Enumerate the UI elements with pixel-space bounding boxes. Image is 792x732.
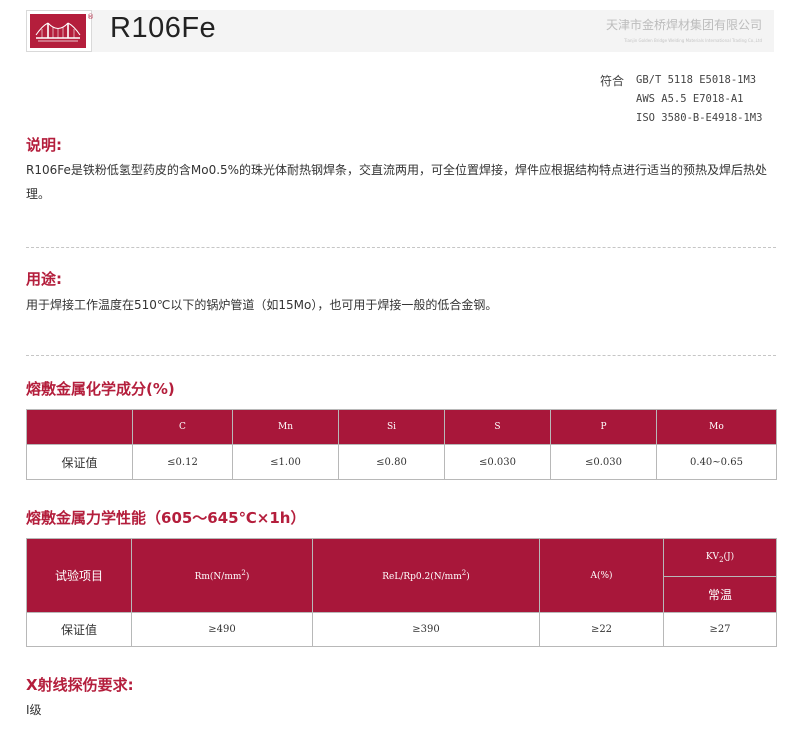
usage-title: 用途: — [26, 270, 62, 288]
section-divider — [26, 247, 776, 248]
chem-value-c: ≤0.12 — [132, 444, 233, 480]
chem-header-si: Si — [338, 409, 445, 445]
chem-table: C Mn Si S P Mo 保证值 ≤0.12 ≤1.00 ≤0.80 ≤0.… — [26, 409, 777, 480]
section-divider — [26, 355, 776, 356]
chem-header-p: P — [550, 409, 657, 445]
usage-text: 用于焊接工作温度在510℃以下的锅炉管道（如15Mo），也可用于焊接一般的低合金… — [26, 298, 498, 312]
chem-header-mo: Mo — [656, 409, 777, 445]
description-text: R106Fe是铁粉低氢型药皮的含Mo0.5%的珠光体耐热钢焊条，交直流两用，可全… — [26, 163, 768, 201]
mech-header-a: A(%) — [539, 538, 664, 613]
mech-header-rel: ReL/Rp0.2(N/mm2) — [312, 538, 540, 613]
chem-header-c: C — [132, 409, 233, 445]
standards-label: 符合 — [600, 74, 625, 88]
page-header: ® R106Fe 天津市金桥焊材集团有限公司 Tianjin Golden Br… — [26, 10, 774, 52]
product-title: R106Fe — [110, 12, 217, 44]
golden-bridge-logo-icon — [30, 14, 86, 48]
chem-value-p: ≤0.030 — [550, 444, 657, 480]
chem-value-s: ≤0.030 — [444, 444, 551, 480]
mech-value-a: ≥22 — [539, 612, 664, 647]
xray-text: I级 — [26, 703, 42, 717]
chem-value-si: ≤0.80 — [338, 444, 445, 480]
chem-value-mn: ≤1.00 — [232, 444, 339, 480]
mech-header-kv: KV2(J) — [663, 538, 777, 577]
mech-table: 试验项目 Rm(N/mm2) ReL/Rp0.2(N/mm2) A(%) KV2… — [26, 538, 777, 647]
mech-value-rel: ≥390 — [312, 612, 540, 647]
chem-title: 熔敷金属化学成分(%) — [26, 380, 175, 398]
mech-value-rm: ≥490 — [131, 612, 313, 647]
mech-value-kv: ≥27 — [663, 612, 777, 647]
chem-value-mo: 0.40~0.65 — [656, 444, 777, 480]
chem-header-s: S — [444, 409, 551, 445]
registered-mark-icon: ® — [87, 13, 94, 21]
xray-title: X射线探伤要求: — [26, 676, 134, 694]
standard-line: AWS A5.5 E7018-A1 — [636, 93, 744, 105]
chem-row-label: 保证值 — [26, 444, 133, 480]
mech-header-kv-temp: 常温 — [663, 576, 777, 613]
chem-header-empty — [26, 409, 133, 445]
company-name-en: Tianjin Golden Bridge Welding Materials … — [624, 38, 762, 43]
mech-row-label: 保证值 — [26, 612, 132, 647]
company-logo: ® — [26, 10, 94, 52]
standard-line: ISO 3580-B-E4918-1M3 — [636, 112, 763, 124]
standard-line: GB/T 5118 E5018-1M3 — [636, 74, 757, 86]
mech-header-test: 试验项目 — [26, 538, 132, 613]
mech-title: 熔敷金属力学性能（605～645℃×1h） — [26, 509, 306, 527]
company-name-cn: 天津市金桥焊材集团有限公司 — [605, 18, 762, 32]
chem-header-mn: Mn — [232, 409, 339, 445]
mech-header-rm: Rm(N/mm2) — [131, 538, 313, 613]
description-title: 说明: — [26, 136, 62, 154]
